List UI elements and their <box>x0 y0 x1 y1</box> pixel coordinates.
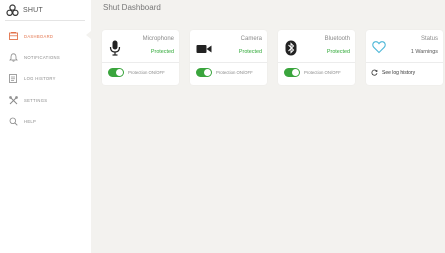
sidebar-item-label: HELP <box>24 118 37 124</box>
brand-name: SHUT <box>23 6 43 14</box>
sidebar: SHUT DASHBOARD NOTIFICATIONS LOG HISTORY… <box>0 0 91 253</box>
card-title: Status <box>420 36 438 42</box>
active-indicator <box>86 31 91 39</box>
protection-toggle[interactable] <box>284 68 300 77</box>
toggle-label: Protection ON/OFF <box>128 70 165 75</box>
heart-icon <box>372 41 386 54</box>
microphone-card: Microphone Protected Protection ON/OFF <box>102 30 179 85</box>
camera-card: Camera Protected Protection ON/OFF <box>190 30 267 85</box>
protection-toggle[interactable] <box>196 68 212 77</box>
document-icon <box>8 73 18 83</box>
protection-toggle[interactable] <box>108 68 124 77</box>
card-divider <box>278 62 355 63</box>
toggle-knob <box>292 69 299 76</box>
toggle-knob <box>116 69 123 76</box>
toggle-label: Protection ON/OFF <box>216 70 253 75</box>
sidebar-item-label: SETTINGS <box>24 97 48 103</box>
card-title: Microphone <box>142 36 174 42</box>
toggle-knob <box>204 69 211 76</box>
card-divider <box>102 62 179 63</box>
card-divider <box>366 62 443 63</box>
sidebar-item-label: DASHBOARD <box>24 33 54 39</box>
sidebar-item-label: NOTIFICATIONS <box>24 54 60 60</box>
card-title: Bluetooth <box>324 36 350 42</box>
warnings-count: 1 Warnings <box>410 49 438 55</box>
brand-divider <box>5 20 85 21</box>
logo-icon <box>6 3 19 16</box>
see-log-history-link[interactable]: See log history <box>371 69 415 76</box>
dashboard-icon <box>8 31 18 41</box>
bluetooth-icon <box>285 40 297 56</box>
wrench-icon <box>8 95 18 105</box>
bell-icon <box>8 52 18 62</box>
toggle-label: Protection ON/OFF <box>304 70 341 75</box>
brand[interactable]: SHUT <box>6 3 43 17</box>
sidebar-item-notifications[interactable]: NOTIFICATIONS <box>8 51 88 63</box>
refresh-icon <box>371 69 378 76</box>
search-icon <box>8 116 18 126</box>
sidebar-item-log-history[interactable]: LOG HISTORY <box>8 72 88 84</box>
sidebar-item-dashboard[interactable]: DASHBOARD <box>8 30 88 42</box>
status-badge: Protected <box>326 49 350 55</box>
status-badge: Protected <box>150 49 174 55</box>
card-title: Camera <box>240 36 262 42</box>
log-link-label: See log history <box>382 69 416 76</box>
microphone-icon <box>109 40 121 56</box>
bluetooth-card: Bluetooth Protected Protection ON/OFF <box>278 30 355 85</box>
status-card: Status 1 Warnings See log history <box>366 30 443 85</box>
sidebar-item-label: LOG HISTORY <box>24 75 56 81</box>
page-title: Shut Dashboard <box>103 3 161 12</box>
sidebar-item-settings[interactable]: SETTINGS <box>8 94 88 106</box>
card-divider <box>190 62 267 63</box>
camera-icon <box>196 45 212 53</box>
sidebar-item-help[interactable]: HELP <box>8 115 88 127</box>
status-badge: Protected <box>238 49 262 55</box>
